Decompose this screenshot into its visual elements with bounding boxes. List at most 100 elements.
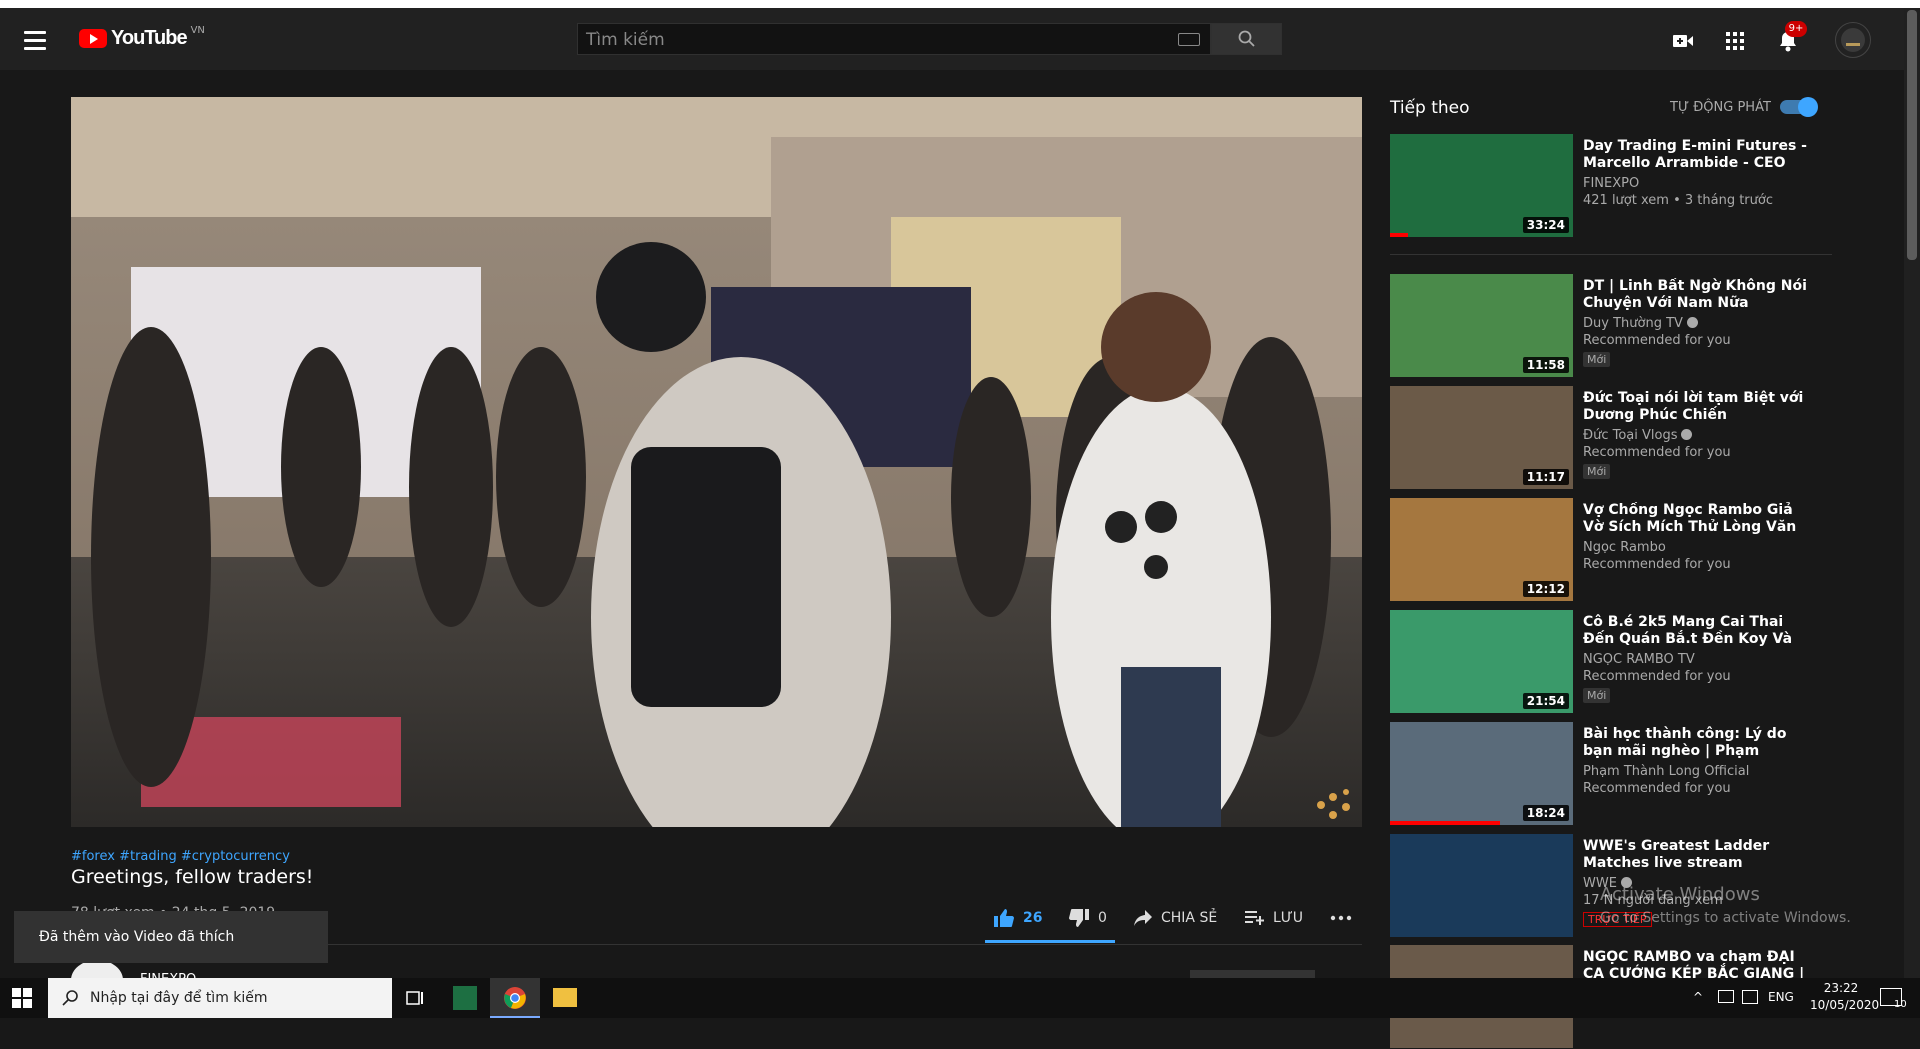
like-count: 26	[1023, 910, 1043, 926]
recommended-video-item[interactable]: 12:12 Vợ Chồng Ngọc Rambo Giả Vờ Sích Míc…	[1390, 498, 1830, 602]
search-icon	[1238, 30, 1255, 47]
volume-icon[interactable]	[1742, 990, 1758, 1004]
playlist-add-icon	[1245, 911, 1264, 925]
video-title[interactable]: DT | Linh Bất Ngờ Không Nói Chuyện Với N…	[1583, 278, 1808, 312]
like-button[interactable]: 26	[993, 906, 1042, 930]
video-thumbnail[interactable]: 21:54	[1390, 610, 1573, 713]
thumbs-up-icon	[994, 909, 1014, 927]
video-duration: 33:24	[1522, 217, 1569, 233]
video-meta: Recommended for you	[1583, 333, 1731, 348]
excel-app-icon[interactable]	[453, 986, 477, 1010]
create-video-icon[interactable]	[1670, 28, 1696, 54]
activate-windows-subtitle: Go to Settings to activate Windows.	[1600, 910, 1851, 926]
video-badge: Mới	[1583, 464, 1611, 479]
notification-badge: 9+	[1785, 21, 1807, 37]
share-icon	[1134, 910, 1152, 926]
video-meta: Recommended for you	[1583, 445, 1731, 460]
video-duration: 21:54	[1522, 693, 1569, 709]
video-title[interactable]: Đức Toại nói lời tạm Biệt với Dương Phúc…	[1583, 390, 1808, 424]
recommended-video-item[interactable]: 18:24 Bài học thành công: Lý do bạn mãi n…	[1390, 722, 1830, 826]
search-button[interactable]	[1211, 23, 1282, 55]
activate-windows-title: Activate Windows	[1600, 884, 1760, 905]
channel-name[interactable]: NGỌC RAMBO TV	[1583, 652, 1695, 667]
toast-text: Đã thêm vào Video đã thích	[39, 929, 235, 945]
video-meta: Recommended for you	[1583, 781, 1731, 796]
clock-date: 10/05/2020	[1810, 998, 1880, 1012]
share-button[interactable]: CHIA SẺ	[1133, 906, 1217, 930]
video-title: Greetings, fellow traders!	[71, 866, 314, 888]
task-view-icon[interactable]	[405, 988, 425, 1012]
channel-name[interactable]: Duy Thường TV	[1583, 316, 1683, 331]
chrome-icon	[504, 987, 526, 1009]
search-placeholder: Tìm kiếm	[586, 30, 665, 50]
action-center-count: 10	[1894, 999, 1907, 1010]
toast-message: Đã thêm vào Video đã thích	[14, 911, 328, 963]
dislike-button[interactable]: 0	[1068, 906, 1107, 930]
network-icon[interactable]	[1718, 990, 1734, 1003]
taskbar-search-input[interactable]: Nhập tại đây để tìm kiếm	[48, 978, 392, 1018]
youtube-logo[interactable]: YouTube VN	[79, 25, 205, 50]
apps-grid-icon[interactable]	[1722, 28, 1748, 54]
video-duration: 11:58	[1522, 357, 1569, 373]
clock-time: 23:22	[1823, 981, 1859, 995]
up-next-divider	[1390, 254, 1832, 255]
account-avatar[interactable]	[1835, 22, 1871, 58]
taskbar-search-icon	[62, 990, 78, 1006]
video-thumbnail[interactable]: 11:58	[1390, 274, 1573, 377]
verified-check-icon	[1686, 317, 1698, 328]
channel-name[interactable]: FINEXPO	[1583, 176, 1639, 191]
video-duration: 11:17	[1522, 469, 1569, 485]
recommended-video-item[interactable]: 21:54 Cô B.é 2k5 Mang Cai Thai Đến Quán B…	[1390, 610, 1830, 714]
keyboard-icon[interactable]	[1178, 33, 1200, 46]
video-frame	[71, 97, 1362, 827]
video-badge: Mới	[1583, 352, 1611, 367]
channel-name[interactable]: Ngọc Rambo	[1583, 540, 1666, 555]
windows-start-icon[interactable]	[12, 988, 32, 1012]
video-thumbnail[interactable]: 12:12	[1390, 498, 1573, 601]
tray-chevron-icon[interactable]: ^	[1693, 990, 1703, 1004]
save-button[interactable]: LƯU	[1245, 906, 1303, 930]
video-title[interactable]: Bài học thành công: Lý do bạn mãi nghèo …	[1583, 726, 1808, 760]
watch-progress-bar	[1390, 821, 1500, 825]
thumbs-down-icon	[1069, 909, 1089, 927]
recommended-video-item[interactable]: 11:58 DT | Linh Bất Ngờ Không Nói Chuyện …	[1390, 274, 1830, 378]
video-badge: Mới	[1583, 688, 1611, 703]
video-title[interactable]: Day Trading E-mini Futures - Marcello Ar…	[1583, 138, 1808, 172]
video-duration: 12:12	[1522, 581, 1569, 597]
share-label: CHIA SẺ	[1161, 910, 1218, 926]
watch-progress-bar	[1390, 233, 1409, 237]
video-meta: 421 lượt xem • 3 tháng trước	[1583, 193, 1773, 208]
autoplay-label: TỰ ĐỘNG PHÁT	[1670, 100, 1771, 115]
recommended-video-item[interactable]: 11:17 Đức Toại nói lời tạm Biệt với Dương…	[1390, 386, 1830, 490]
video-hashtags[interactable]: #forex #trading #cryptocurrency	[71, 849, 290, 864]
video-player[interactable]	[71, 97, 1362, 827]
channel-name[interactable]: Phạm Thành Long Official	[1583, 764, 1749, 779]
video-meta: Recommended for you	[1583, 557, 1731, 572]
recommended-video-item[interactable]: 33:24 Day Trading E-mini Futures - Marcel…	[1390, 134, 1830, 238]
video-title[interactable]: Cô B.é 2k5 Mang Cai Thai Đến Quán Bắ.t Đ…	[1583, 614, 1808, 648]
save-label: LƯU	[1273, 910, 1304, 926]
language-indicator[interactable]: ENG	[1768, 990, 1794, 1004]
menu-icon[interactable]	[24, 23, 58, 57]
browser-top-strip	[0, 0, 1920, 8]
search-input[interactable]: Tìm kiếm	[577, 23, 1211, 55]
video-thumbnail[interactable]: 11:17	[1390, 386, 1573, 489]
video-title[interactable]: Vợ Chồng Ngọc Rambo Giả Vờ Sích Mích Thử…	[1583, 502, 1808, 536]
video-meta: Recommended for you	[1583, 669, 1731, 684]
channel-name[interactable]: Đức Toại Vlogs	[1583, 428, 1677, 443]
video-title[interactable]: WWE's Greatest Ladder Matches live strea…	[1583, 838, 1808, 872]
file-explorer-icon[interactable]	[553, 988, 577, 1007]
autoplay-toggle[interactable]	[1780, 97, 1818, 117]
up-next-heading: Tiếp theo	[1390, 98, 1470, 118]
more-horizontal-icon	[1330, 915, 1352, 921]
page-scrollbar[interactable]	[1904, 8, 1920, 978]
scrollbar-thumb[interactable]	[1907, 10, 1917, 260]
subscribe-button[interactable]	[1190, 970, 1315, 978]
video-thumbnail[interactable]: 33:24	[1390, 134, 1573, 237]
video-thumbnail[interactable]: 18:24	[1390, 722, 1573, 825]
video-thumbnail[interactable]	[1390, 834, 1573, 937]
taskbar-clock[interactable]: 23:22 10/05/2020	[1810, 980, 1880, 1014]
more-actions-button[interactable]	[1330, 906, 1352, 930]
chrome-app-button[interactable]	[490, 978, 540, 1018]
like-ratio-bar	[985, 940, 1115, 943]
